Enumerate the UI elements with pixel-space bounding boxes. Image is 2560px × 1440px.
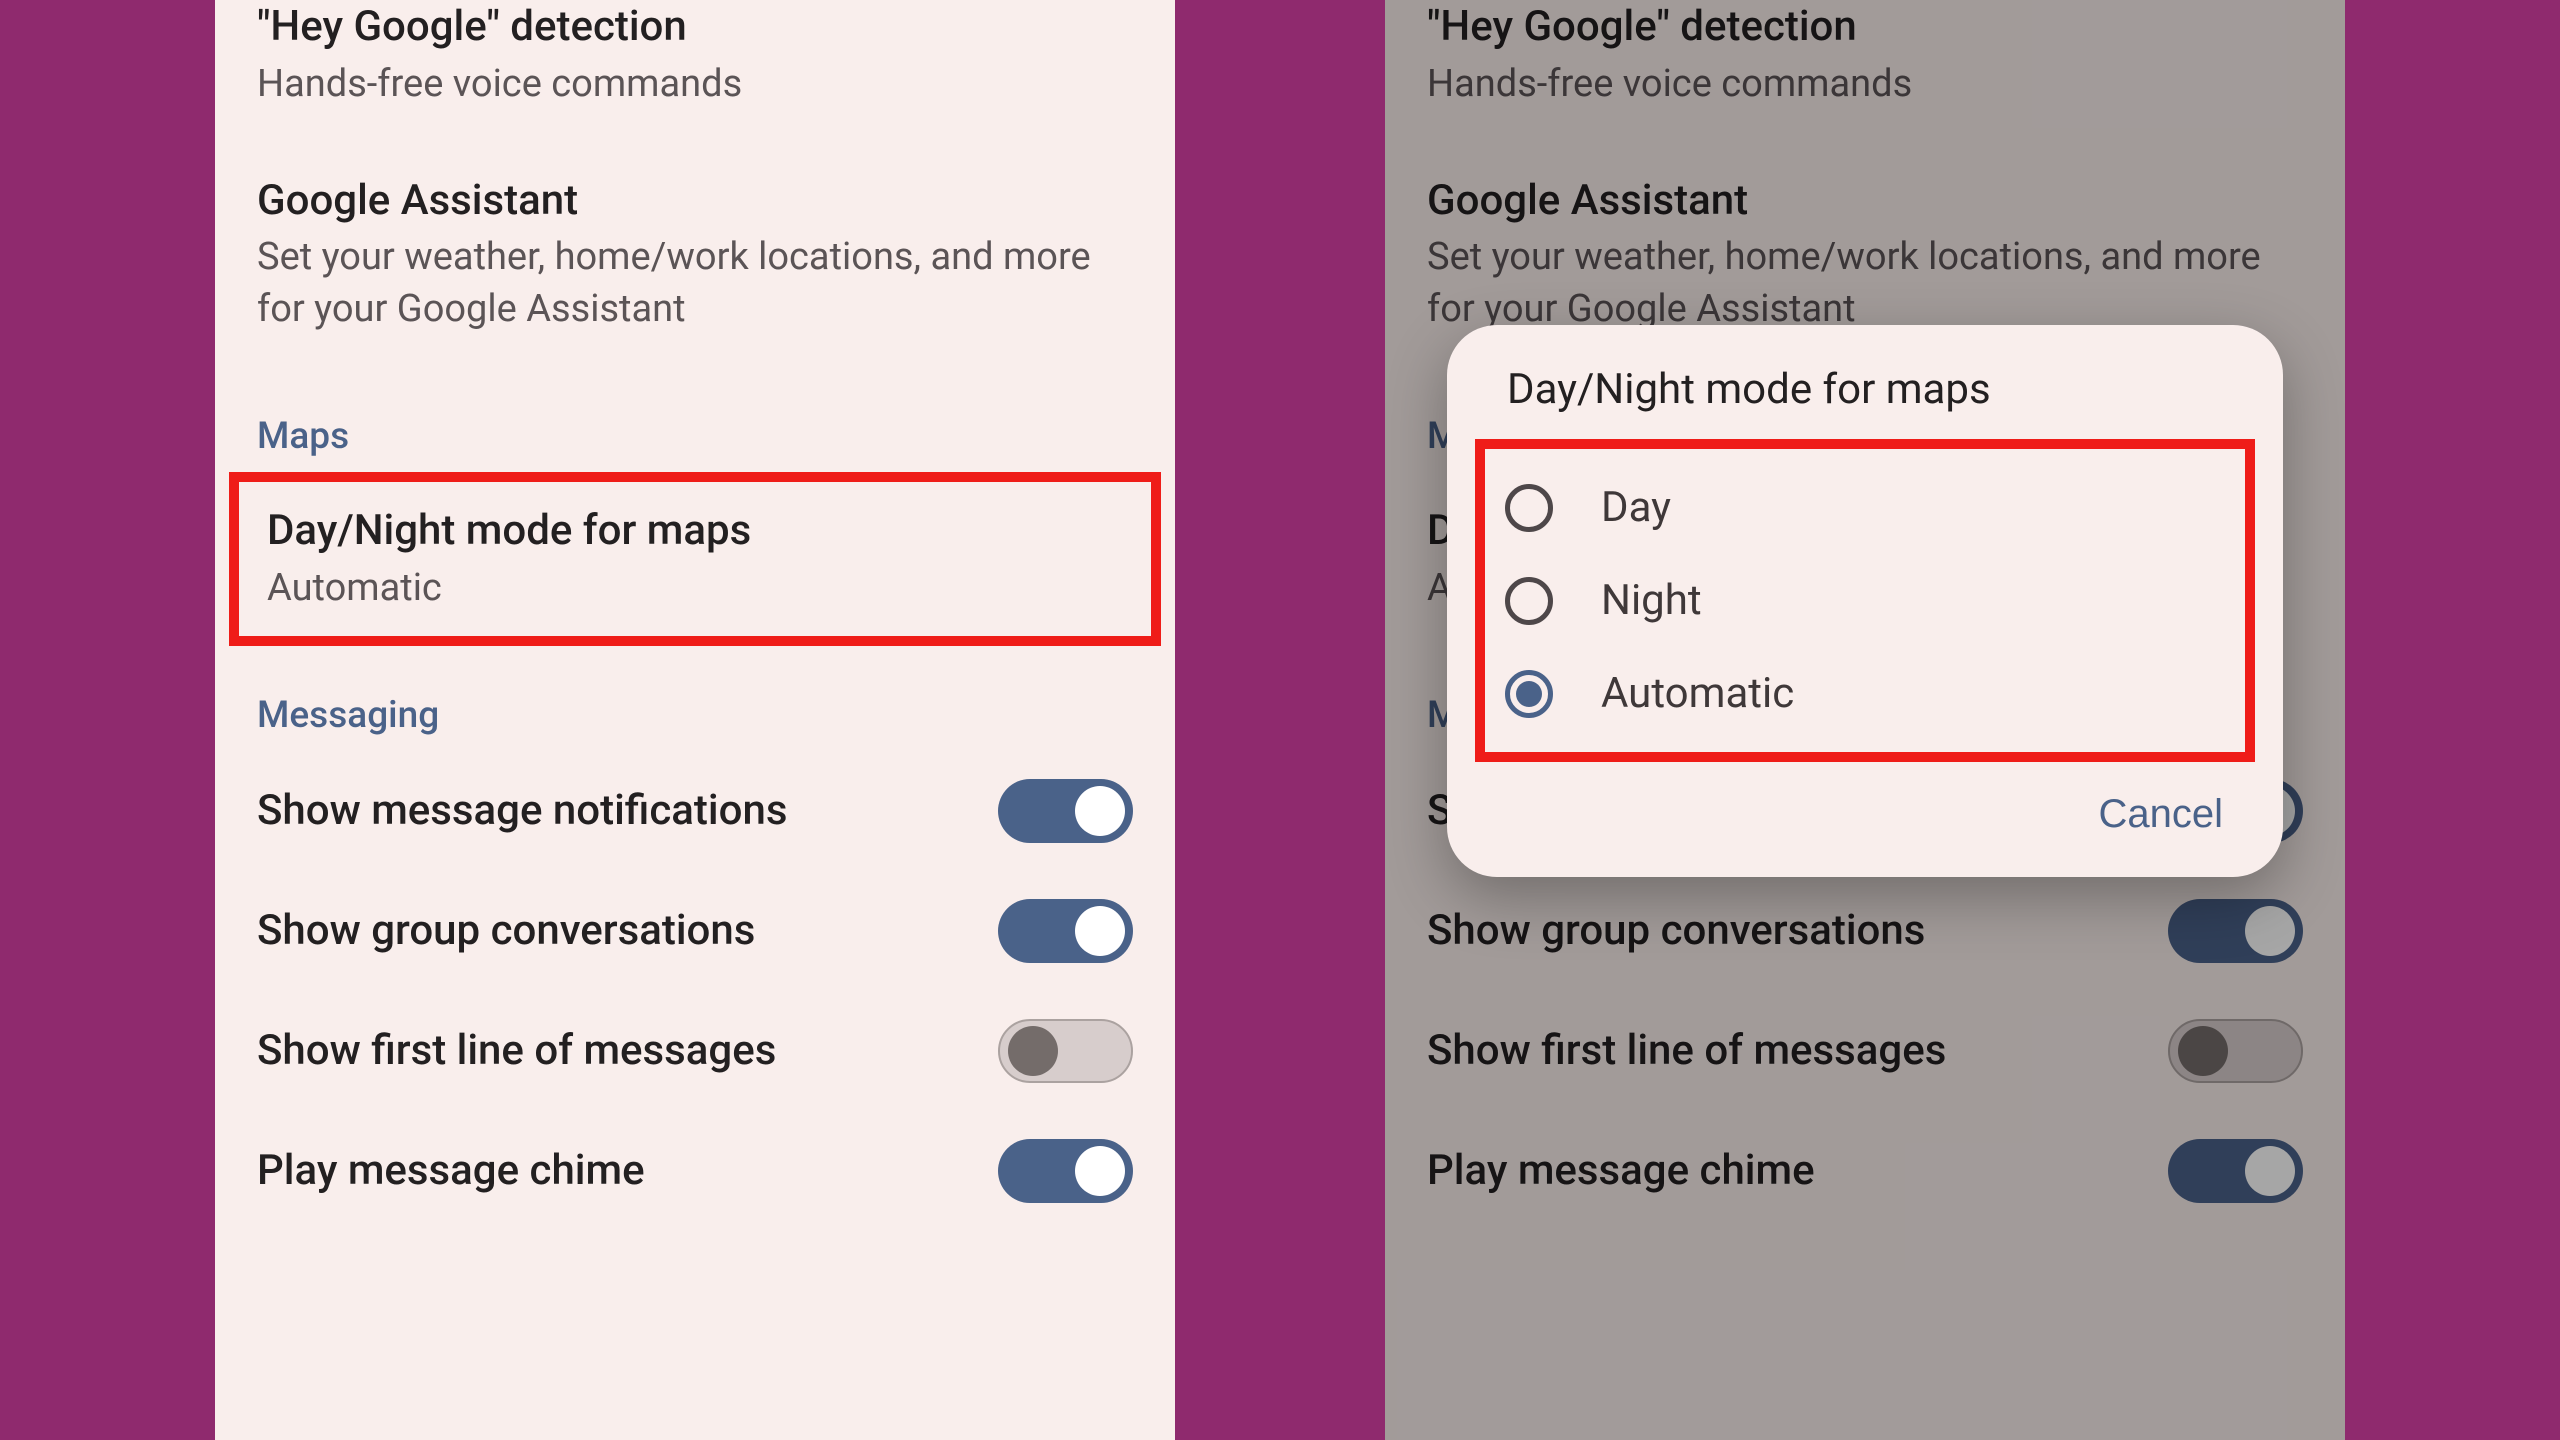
toggle-show-group: Show group conversations: [1385, 871, 2345, 991]
switch-on-icon[interactable]: [998, 899, 1133, 963]
settings-list: "Hey Google" detection Hands-free voice …: [215, 0, 1175, 1231]
setting-title: Day/Night mode for maps: [267, 504, 1123, 559]
radio-checked-icon: [1505, 670, 1553, 718]
setting-title: Google Assistant: [1427, 174, 2303, 229]
toggle-play-chime[interactable]: Play message chime: [215, 1111, 1175, 1231]
section-header-maps: Maps: [215, 367, 1175, 472]
toggle-show-group[interactable]: Show group conversations: [215, 871, 1175, 991]
setting-title: Google Assistant: [257, 174, 1133, 229]
setting-title: "Hey Google" detection: [1427, 0, 2303, 55]
setting-title: "Hey Google" detection: [257, 0, 1133, 55]
toggle-label: Show group conversations: [257, 906, 755, 955]
toggle-label: Show message notifications: [257, 786, 787, 835]
switch-on-icon: [2168, 899, 2303, 963]
radio-option-night[interactable]: Night: [1485, 554, 2245, 647]
toggle-label: Play message chime: [1427, 1146, 1815, 1195]
setting-day-night-mode[interactable]: Day/Night mode for maps Automatic: [239, 482, 1151, 636]
radio-label: Day: [1601, 483, 1671, 532]
setting-google-assistant[interactable]: Google Assistant Set your weather, home/…: [215, 142, 1175, 367]
day-night-dialog: Day/Night mode for maps Day Night Automa…: [1447, 325, 2283, 877]
toggle-label: Show group conversations: [1427, 906, 1925, 955]
setting-hey-google[interactable]: "Hey Google" detection Hands-free voice …: [215, 0, 1175, 142]
toggle-show-first-line: Show first line of messages: [1385, 991, 2345, 1111]
toggle-play-chime: Play message chime: [1385, 1111, 2345, 1231]
radio-label: Night: [1601, 576, 1702, 625]
setting-subtitle: Hands-free voice commands: [257, 59, 1133, 110]
switch-on-icon[interactable]: [998, 779, 1133, 843]
switch-off-icon: [2168, 1019, 2303, 1083]
setting-subtitle: Set your weather, home/work locations, a…: [1427, 232, 2303, 335]
toggle-show-notifications[interactable]: Show message notifications: [215, 751, 1175, 871]
toggle-label: Show first line of messages: [1427, 1026, 1946, 1075]
dialog-actions: Cancel: [1447, 762, 2283, 857]
switch-on-icon[interactable]: [998, 1139, 1133, 1203]
radio-option-automatic[interactable]: Automatic: [1485, 647, 2245, 740]
highlight-dialog-options: Day Night Automatic: [1475, 439, 2255, 762]
settings-screen-right: "Hey Google" detection Hands-free voice …: [1385, 0, 2345, 1440]
switch-on-icon: [2168, 1139, 2303, 1203]
section-header-messaging: Messaging: [215, 646, 1175, 751]
setting-hey-google: "Hey Google" detection Hands-free voice …: [1385, 0, 2345, 142]
setting-subtitle: Hands-free voice commands: [1427, 59, 2303, 110]
switch-off-icon[interactable]: [998, 1019, 1133, 1083]
toggle-label: Play message chime: [257, 1146, 645, 1195]
toggle-label: Show first line of messages: [257, 1026, 776, 1075]
radio-option-day[interactable]: Day: [1485, 461, 2245, 554]
dialog-title: Day/Night mode for maps: [1447, 365, 2283, 439]
highlight-day-night-setting: Day/Night mode for maps Automatic: [229, 472, 1161, 646]
radio-label: Automatic: [1601, 669, 1794, 718]
setting-subtitle: Set your weather, home/work locations, a…: [257, 232, 1133, 335]
radio-unchecked-icon: [1505, 484, 1553, 532]
radio-unchecked-icon: [1505, 577, 1553, 625]
cancel-button[interactable]: Cancel: [2098, 792, 2223, 837]
settings-screen-left: "Hey Google" detection Hands-free voice …: [215, 0, 1175, 1440]
setting-value: Automatic: [267, 563, 1123, 614]
toggle-show-first-line[interactable]: Show first line of messages: [215, 991, 1175, 1111]
